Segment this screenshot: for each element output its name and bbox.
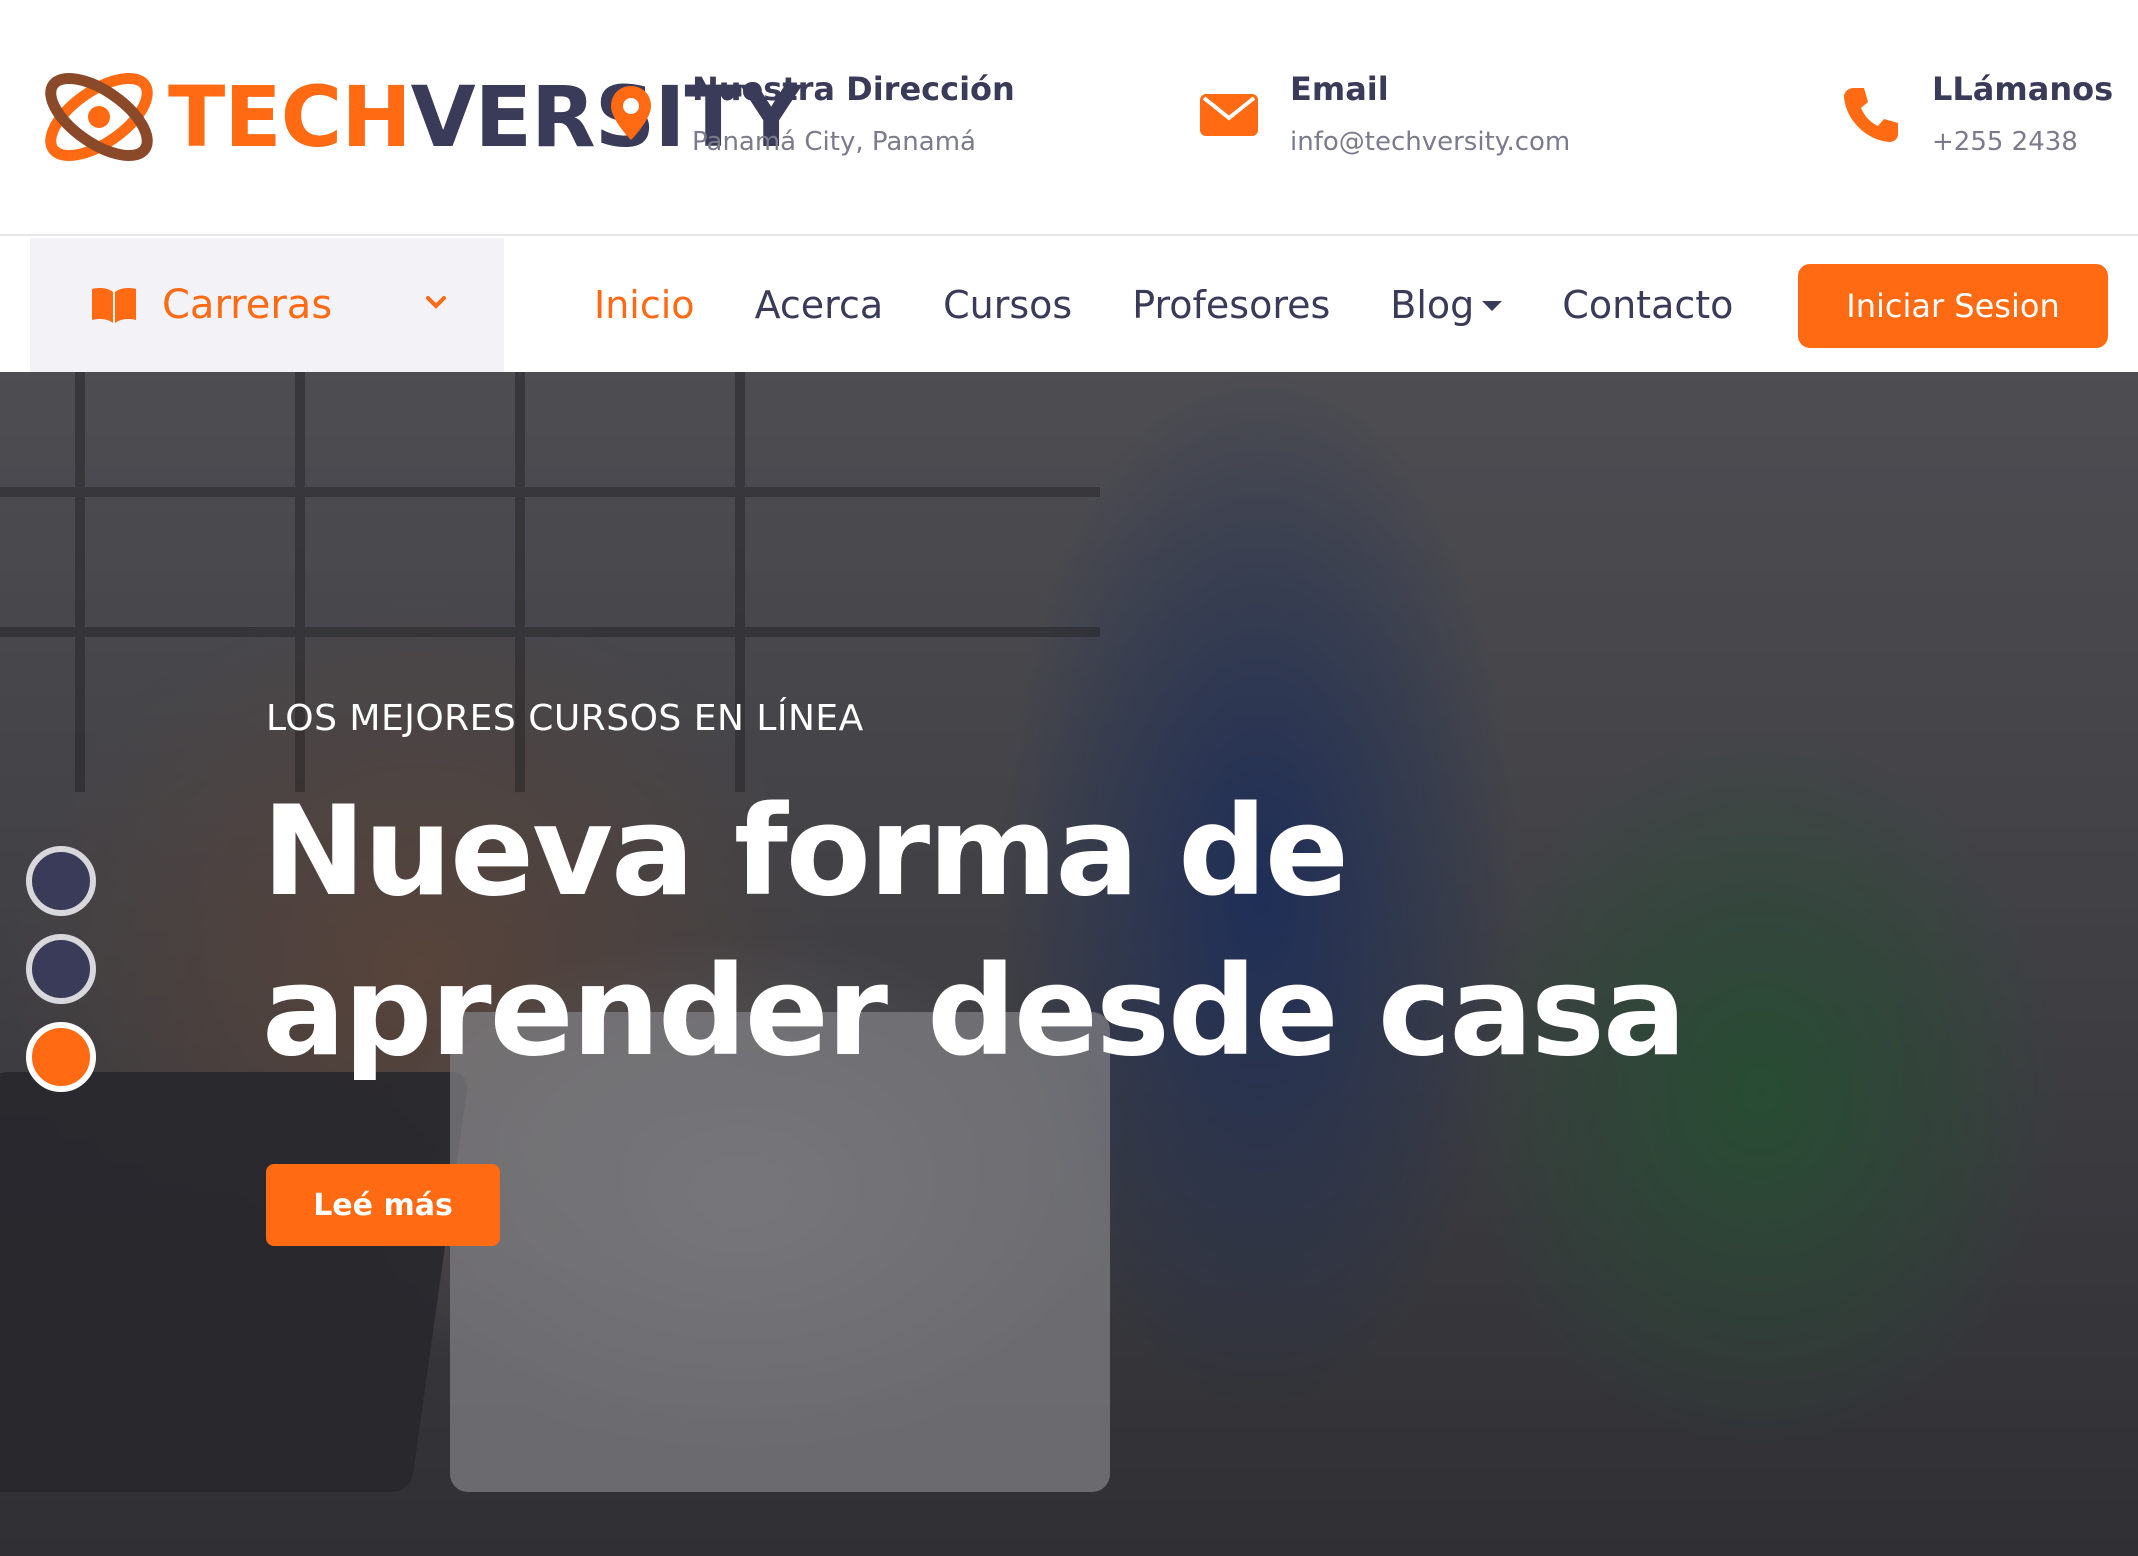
email-link[interactable]: info@techversity.com [1290, 122, 1570, 162]
email-title: Email [1290, 70, 1389, 108]
hero-kicker: LOS MEJORES CURSOS EN LÍNEA [266, 698, 864, 739]
nav-menu: Inicio Acerca Cursos Profesores Blog Con… [594, 238, 1793, 372]
envelope-icon [1200, 94, 1258, 136]
nav-item-profesores[interactable]: Profesores [1132, 283, 1330, 327]
hero-headline: Nueva forma de aprender desde casa [262, 772, 1862, 1092]
main-nav: Carreras Inicio Acerca Cursos Profesores… [0, 238, 2138, 372]
nav-item-inicio[interactable]: Inicio [594, 283, 695, 327]
address-value: Panamá City, Panamá [692, 127, 976, 157]
categories-label: Carreras [162, 282, 333, 328]
phone-icon [1844, 88, 1898, 142]
nav-item-cursos[interactable]: Cursos [943, 283, 1072, 327]
hero-slider: LOS MEJORES CURSOS EN LÍNEA Nueva forma … [0, 372, 2138, 1556]
login-button[interactable]: Iniciar Sesion [1798, 264, 2108, 348]
chevron-down-icon [426, 296, 446, 309]
book-icon [92, 288, 136, 323]
nav-item-blog-label: Blog [1390, 283, 1475, 327]
phone-title: LLámanos [1932, 70, 2114, 108]
phone-link[interactable]: +255 2438 [1932, 122, 2113, 162]
slider-dot-1[interactable] [26, 846, 96, 916]
address-title: Nuestra Dirección [692, 70, 1015, 108]
contact-email: Email info@techversity.com [1198, 64, 1570, 162]
hero-headline-line2: aprender desde casa [262, 940, 1687, 1084]
map-pin-icon [611, 86, 651, 140]
caret-down-icon [1482, 301, 1503, 311]
hero-headline-line1: Nueva forma de [262, 780, 1349, 924]
nav-item-contacto[interactable]: Contacto [1562, 283, 1733, 327]
slider-dot-3[interactable] [26, 1022, 96, 1092]
nav-item-blog[interactable]: Blog [1390, 283, 1503, 327]
nav-item-acerca[interactable]: Acerca [755, 283, 884, 327]
atom-logo-icon [45, 72, 153, 162]
categories-dropdown[interactable]: Carreras [30, 238, 504, 372]
slider-dots [26, 846, 96, 1110]
contact-address: Nuestra Dirección Panamá City, Panamá [611, 64, 1015, 162]
slider-dot-2[interactable] [26, 934, 96, 1004]
contact-phone: LLámanos +255 2438 [1840, 64, 2113, 162]
top-header: TECHVERSITY Nuestra Dirección Panamá Cit… [0, 0, 2138, 236]
read-more-button[interactable]: Leé más [266, 1164, 500, 1246]
